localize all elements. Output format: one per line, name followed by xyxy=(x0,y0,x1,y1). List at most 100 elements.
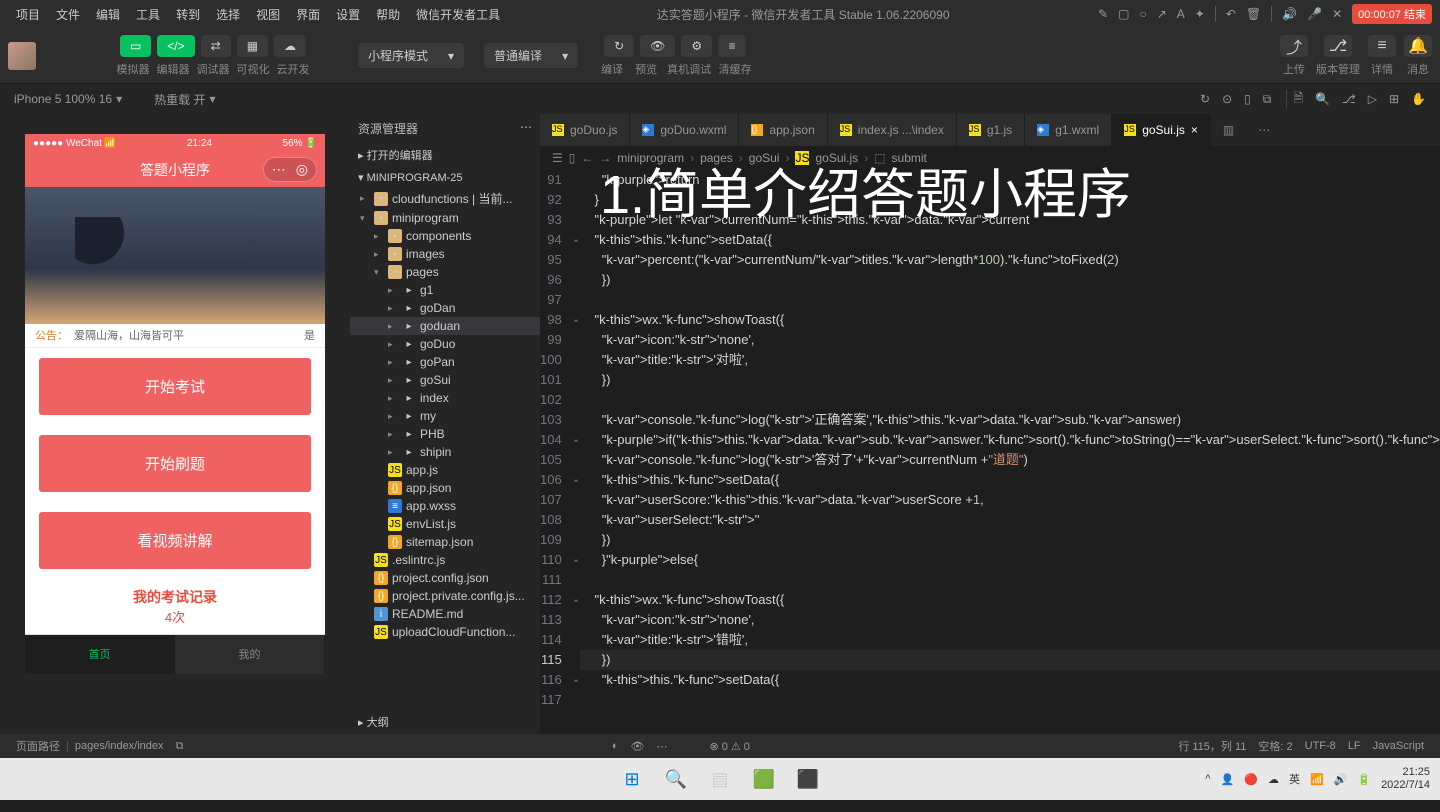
git-icon[interactable]: ⎇ xyxy=(1336,92,1362,106)
debugger-toggle[interactable]: ⇄ xyxy=(201,35,231,57)
tab-goSui-js[interactable]: JSgoSui.js× xyxy=(1112,114,1211,146)
refresh-icon[interactable]: ↻ xyxy=(1194,92,1216,106)
menu-edit[interactable]: 编辑 xyxy=(88,6,128,23)
fold-marker[interactable]: ⌄ xyxy=(572,470,580,490)
clear-cache-button[interactable]: ≡ xyxy=(718,35,746,57)
search-button[interactable]: 🔍 xyxy=(658,761,694,797)
menu-help[interactable]: 帮助 xyxy=(368,6,408,23)
pen-icon[interactable]: ✎ xyxy=(1098,7,1108,21)
details-button[interactable]: ≡ xyxy=(1368,35,1396,57)
more-tabs-icon[interactable]: ⋯ xyxy=(1246,114,1282,146)
tree-item-goSui[interactable]: ▸▸goSui xyxy=(350,371,540,389)
open-editors-section[interactable]: ▸ 打开的编辑器 xyxy=(350,143,540,167)
more-status-icon[interactable]: ⋯ xyxy=(650,740,673,753)
tree-item-goduan[interactable]: ▸▸goduan xyxy=(350,317,540,335)
exam-record[interactable]: 我的考试记录 4次 xyxy=(25,579,325,634)
tray-user-icon[interactable]: 👤 xyxy=(1221,773,1235,786)
start-exam-button[interactable]: 开始考试 xyxy=(39,358,311,415)
close-tab-icon[interactable]: × xyxy=(1191,123,1198,137)
tree-item-PHB[interactable]: ▸▸PHB xyxy=(350,425,540,443)
blur-icon[interactable]: ✦ xyxy=(1195,7,1205,21)
indent-setting[interactable]: 空格: 2 xyxy=(1252,738,1298,754)
watch-video-button[interactable]: 看视频讲解 xyxy=(39,512,311,569)
tree-item-README-md[interactable]: iREADME.md xyxy=(350,605,540,623)
remote-debug-button[interactable]: ⚙ xyxy=(681,35,712,57)
tab-g1-js[interactable]: JSg1.js xyxy=(957,114,1025,146)
tree-item-envList-js[interactable]: JSenvList.js xyxy=(350,515,540,533)
app-icon-2[interactable]: ⬛ xyxy=(790,761,826,797)
tree-item-miniprogram[interactable]: ▾▪miniprogram xyxy=(350,209,540,227)
hot-reload-toggle[interactable]: 热重载 开 ▾ xyxy=(148,91,221,108)
tray-chevron-icon[interactable]: ^ xyxy=(1205,773,1210,785)
menu-project[interactable]: 项目 xyxy=(8,6,48,23)
tree-item-goPan[interactable]: ▸▸goPan xyxy=(350,353,540,371)
page-path-value[interactable]: pages/index/index xyxy=(69,740,170,752)
device-selector[interactable]: iPhone 5 100% 16 ▾ xyxy=(8,92,128,106)
problems-count[interactable]: ⊗ 0 ⚠ 0 xyxy=(703,740,755,753)
capsule-menu-icon[interactable]: ⋯ xyxy=(272,161,286,178)
tab-index-js-----index[interactable]: JSindex.js ...\index xyxy=(828,114,957,146)
start-button[interactable]: ⊞ xyxy=(614,761,650,797)
avatar[interactable] xyxy=(8,42,36,70)
app-icon-1[interactable]: 🟩 xyxy=(746,761,782,797)
tray-ime[interactable]: 英 xyxy=(1289,771,1300,787)
copy-path-icon[interactable]: ⧉ xyxy=(170,740,190,753)
fold-marker[interactable]: ⌄ xyxy=(572,230,580,250)
editor-toggle[interactable]: </> xyxy=(157,35,194,57)
menu-interface[interactable]: 界面 xyxy=(288,6,328,23)
menu-select[interactable]: 选择 xyxy=(208,6,248,23)
tab-home[interactable]: 首页 xyxy=(25,635,175,674)
arrow-icon[interactable]: ↗ xyxy=(1157,7,1167,21)
fold-marker[interactable]: ⌄ xyxy=(572,430,580,450)
menu-devtools[interactable]: 微信开发者工具 xyxy=(408,6,508,23)
cut-icon[interactable]: ⧉ xyxy=(1257,92,1278,107)
tray-app-icon[interactable]: 🔴 xyxy=(1244,773,1258,786)
tree-item-pages[interactable]: ▾▪pages xyxy=(350,263,540,281)
undo-icon[interactable]: ↶ xyxy=(1226,7,1236,21)
tray-onedrive-icon[interactable]: ☁ xyxy=(1268,773,1279,786)
hand-icon[interactable]: ✋ xyxy=(1405,92,1432,106)
page-path-label[interactable]: 页面路径 xyxy=(10,738,66,754)
compile-button[interactable]: ↻ xyxy=(604,35,634,57)
tab-goDuo-js[interactable]: JSgoDuo.js xyxy=(540,114,630,146)
capsule-close-icon[interactable]: ◎ xyxy=(296,161,308,178)
start-practice-button[interactable]: 开始刷题 xyxy=(39,435,311,492)
tray-volume-icon[interactable]: 🔊 xyxy=(1334,773,1348,786)
tree-item-uploadCloudFunction---[interactable]: JSuploadCloudFunction... xyxy=(350,623,540,641)
menu-tools[interactable]: 工具 xyxy=(128,6,168,23)
split-icon[interactable]: ▥ xyxy=(1211,114,1246,146)
cursor-position[interactable]: 行 115，列 11 xyxy=(1172,738,1252,754)
tree-item-components[interactable]: ▸▪components xyxy=(350,227,540,245)
tree-item-cloudfunctions--------[interactable]: ▸▪cloudfunctions | 当前... xyxy=(350,188,540,209)
debug-icon[interactable]: ▷ xyxy=(1362,92,1383,106)
tree-item-sitemap-json[interactable]: {}sitemap.json xyxy=(350,533,540,551)
trash-icon[interactable]: 🗑 xyxy=(1246,7,1261,21)
tree-item-goDuo[interactable]: ▸▸goDuo xyxy=(350,335,540,353)
tree-item-app-json[interactable]: {}app.json xyxy=(350,479,540,497)
search-icon[interactable]: 🔍 xyxy=(1309,92,1336,106)
tab-goDuo-wxml[interactable]: ◈goDuo.wxml xyxy=(630,114,739,146)
language-mode[interactable]: JavaScript xyxy=(1367,740,1430,752)
tray-clock[interactable]: 21:25 2022/7/14 xyxy=(1381,766,1430,792)
tree-item-goDan[interactable]: ▸▸goDan xyxy=(350,299,540,317)
message-button[interactable]: 🔔 xyxy=(1404,35,1432,57)
compile-dropdown[interactable]: 普通编译▾ xyxy=(484,43,578,68)
task-view-button[interactable]: ▤ xyxy=(702,761,738,797)
recording-badge[interactable]: 00:00:07 结束 xyxy=(1352,4,1432,24)
tray-wifi-icon[interactable]: 📶 xyxy=(1310,773,1324,786)
fold-marker[interactable]: ⌄ xyxy=(572,670,580,690)
project-section[interactable]: ▾ MINIPROGRAM-25 xyxy=(350,167,540,188)
tray-battery-icon[interactable]: 🔋 xyxy=(1357,773,1371,786)
menu-view[interactable]: 视图 xyxy=(248,6,288,23)
text-icon[interactable]: A xyxy=(1177,7,1185,21)
breadcrumb-bookmark-icon[interactable]: ▯ xyxy=(569,151,576,165)
explorer-icon[interactable]: 🗎 xyxy=(1287,89,1309,110)
upload-button[interactable]: ⤴ xyxy=(1280,35,1308,57)
tree-item-my[interactable]: ▸▸my xyxy=(350,407,540,425)
tree-item-app-js[interactable]: JSapp.js xyxy=(350,461,540,479)
explorer-more-icon[interactable]: ⋯ xyxy=(520,120,532,137)
tree-item-g1[interactable]: ▸▸g1 xyxy=(350,281,540,299)
preview-button[interactable]: 👁 xyxy=(640,35,675,57)
speaker-icon[interactable]: 🔊 xyxy=(1282,7,1297,21)
breadcrumb-list-icon[interactable]: ☰ xyxy=(552,151,563,165)
